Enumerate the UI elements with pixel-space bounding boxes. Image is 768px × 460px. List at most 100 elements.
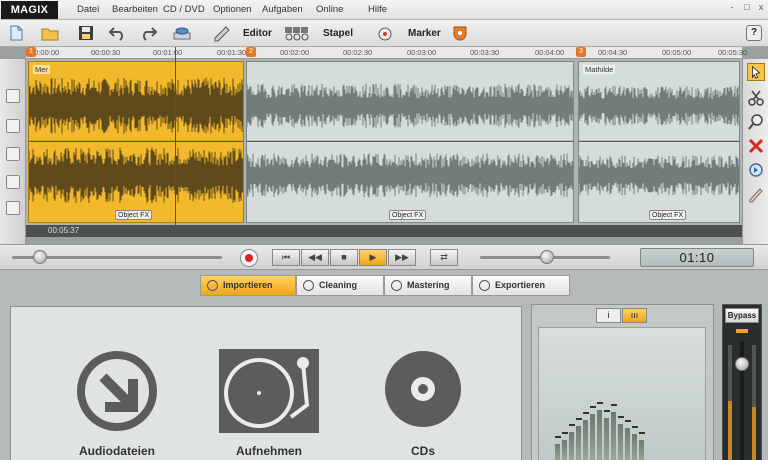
level-meter-panel: i ııı [531, 304, 714, 460]
split-view-icon[interactable] [6, 119, 20, 133]
position-slider-knob[interactable] [33, 250, 47, 264]
level-meter-left [728, 345, 732, 460]
open-folder-icon[interactable] [40, 24, 60, 42]
menu-datei[interactable]: Datei [77, 4, 99, 15]
curve-icon[interactable] [6, 175, 20, 189]
marker-badge-icon[interactable] [450, 24, 470, 42]
tab-label: Importieren [223, 280, 273, 290]
magix-app-window: MAGIX Datei Bearbeiten CD / DVD Optionen… [0, 0, 768, 460]
audio-clip-mer[interactable]: Mer Object FX [28, 61, 244, 223]
marker-flag[interactable]: 1 [26, 47, 36, 57]
import-tab-icon [207, 280, 218, 291]
spectrum-peak [618, 416, 624, 418]
menu-bearbeiten[interactable]: Bearbeiten [112, 4, 158, 15]
ruler-tick: 00:04:30 [598, 48, 628, 57]
import-panel: Audiodateien Aufnehmen CDs [10, 306, 522, 460]
timeline-status-strip: 00:05:37 [26, 225, 742, 237]
delete-icon[interactable] [747, 137, 765, 155]
pencil-icon[interactable] [747, 185, 765, 203]
spectrum-bar [611, 412, 616, 460]
ruler-tick: 00:00:30 [91, 48, 121, 57]
tab-label: Cleaning [319, 280, 358, 290]
bypass-button[interactable]: Bypass [725, 308, 759, 323]
zoom-icon[interactable] [747, 113, 765, 131]
record-button[interactable] [240, 249, 258, 267]
burn-disc-icon[interactable] [172, 24, 192, 42]
menu-hilfe[interactable]: Hilfe [368, 4, 387, 15]
new-file-icon[interactable] [6, 24, 26, 42]
spectrum-bar [555, 444, 560, 460]
undo-icon[interactable] [108, 24, 128, 42]
play-button[interactable]: ▶ [359, 249, 387, 266]
spectrum-peak [569, 424, 575, 426]
audio-clip-mathilde[interactable]: Mathilde Object FX [578, 61, 740, 223]
audio-clip[interactable]: Object FX [246, 61, 574, 223]
maximize-button[interactable]: □ [742, 2, 752, 12]
spectrum-bar [583, 420, 588, 460]
marker-label[interactable]: Marker [408, 28, 441, 39]
tab-exportieren[interactable]: Exportieren [472, 275, 570, 296]
stapel-label[interactable]: Stapel [323, 28, 353, 39]
tab-mastering[interactable]: Mastering [384, 275, 472, 296]
select-range-icon[interactable] [6, 147, 20, 161]
scissors-icon[interactable] [747, 89, 765, 107]
track-area[interactable]: Mer Object FX Object FX Mathilde Object … [26, 59, 742, 225]
clip-name: Mathilde [583, 65, 616, 74]
go-to-start-button[interactable]: ⏮ [272, 249, 300, 266]
clip-name: Mer [33, 65, 50, 74]
spectrum-peak [562, 432, 568, 434]
spectrum-peak [555, 436, 561, 438]
object-fx-button[interactable]: Object FX [389, 210, 427, 220]
help-button[interactable]: ? [746, 25, 762, 41]
transport-bar: ⏮ ◀◀ ■ ▶ ▶▶ ⇄ 01:10 [0, 244, 768, 270]
track-view-icon[interactable] [6, 89, 20, 103]
fast-forward-button[interactable]: ▶▶ [388, 249, 416, 266]
redo-icon[interactable] [138, 24, 158, 42]
info-tab[interactable]: i [596, 308, 621, 323]
time-ruler[interactable]: 00:00:00 00:00:30 00:01:00 00:01:30 00:0… [26, 47, 747, 59]
spectrum-peak [604, 410, 610, 412]
volume-slider-knob[interactable] [540, 250, 554, 264]
marker-flag[interactable]: 2 [246, 47, 256, 57]
menu-cd-dvd[interactable]: CD / DVD [163, 4, 205, 15]
object-fx-button[interactable]: Object FX [115, 210, 153, 220]
time-display: 01:10 [640, 248, 754, 267]
tab-importieren[interactable]: Importieren [200, 275, 296, 296]
object-fx-button[interactable]: Object FX [649, 210, 687, 220]
spectrum-peak [583, 412, 589, 414]
playhead[interactable] [175, 47, 176, 225]
pointer-icon[interactable] [747, 63, 765, 81]
loop-button[interactable]: ⇄ [430, 249, 458, 266]
reverse-icon[interactable] [747, 161, 765, 179]
left-tool-strip [0, 59, 26, 244]
menu-online[interactable]: Online [316, 4, 343, 15]
rewind-button[interactable]: ◀◀ [301, 249, 329, 266]
spectrum-bar [562, 440, 567, 460]
editor-icon[interactable] [212, 24, 232, 42]
minimize-button[interactable]: - [727, 2, 737, 12]
menu-optionen[interactable]: Optionen [213, 4, 252, 15]
spectrum-tab[interactable]: ııı [622, 308, 647, 323]
close-button[interactable]: x [756, 2, 766, 12]
workflow-area: Importieren Cleaning Mastering Exportier… [0, 270, 768, 460]
right-tool-strip [742, 59, 768, 244]
tab-cleaning[interactable]: Cleaning [296, 275, 384, 296]
waveform [247, 83, 573, 198]
stop-button[interactable]: ■ [330, 249, 358, 266]
save-icon[interactable] [76, 24, 96, 42]
spectrum-peak [632, 426, 638, 428]
batch-icon[interactable] [284, 24, 310, 42]
spectrum-icon[interactable] [6, 201, 20, 215]
marker-flag[interactable]: 3 [576, 47, 586, 57]
menu-aufgaben[interactable]: Aufgaben [262, 4, 303, 15]
position-time: 00:05:37 [48, 226, 80, 235]
spectrum-bar [639, 440, 644, 460]
export-tab-icon [479, 280, 490, 291]
bypass-panel: Bypass [722, 304, 762, 460]
ruler-tick: 00:02:00 [280, 48, 310, 57]
spectrum-bar [576, 426, 581, 460]
cd-icon [385, 351, 461, 427]
marker-icon[interactable] [375, 24, 395, 42]
editor-label[interactable]: Editor [243, 28, 272, 39]
gain-slider-knob[interactable] [735, 357, 749, 371]
